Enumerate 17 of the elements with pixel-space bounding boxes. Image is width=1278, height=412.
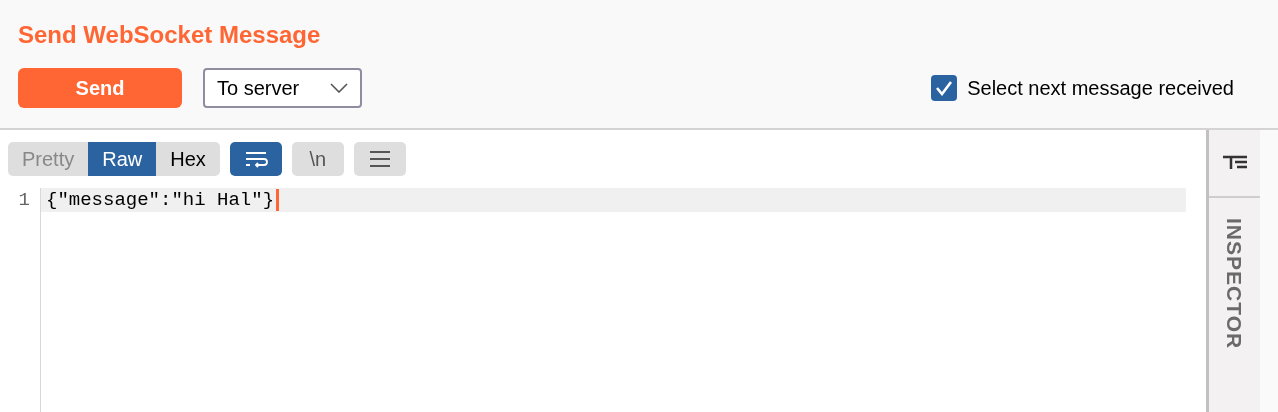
wrap-button[interactable] (229, 142, 282, 176)
view-tab[interactable]: Raw (88, 142, 157, 176)
wrap-icon (243, 150, 268, 168)
line-number: 1 (17, 188, 31, 212)
code-line: {"message":"hi Hal"} (46, 187, 275, 213)
menu-icon (368, 150, 391, 168)
checkmark-icon (935, 80, 954, 96)
dialog-title: Send WebSocket Message (18, 20, 322, 50)
checkbox[interactable] (931, 75, 958, 101)
view-tab[interactable]: Hex (156, 142, 220, 176)
send-button[interactable]: Send (18, 68, 182, 108)
direction-dropdown[interactable]: To server (203, 68, 362, 108)
checkbox-label: Select next message received (967, 76, 1234, 101)
text-cursor (276, 189, 280, 211)
chevron-down-icon (330, 83, 348, 93)
menu-button[interactable] (353, 142, 406, 176)
newline-button[interactable]: \n (291, 142, 344, 176)
